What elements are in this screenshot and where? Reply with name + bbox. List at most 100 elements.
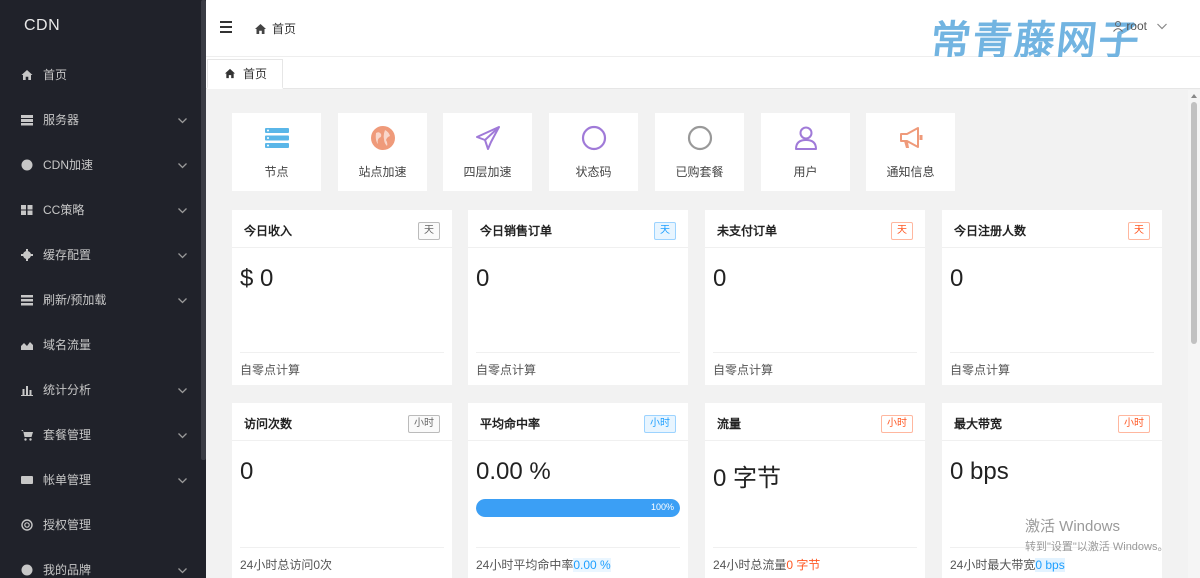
card-value: 0	[476, 265, 490, 292]
period-badge[interactable]: 天	[891, 222, 913, 240]
home-icon	[224, 68, 236, 79]
gear-icon	[20, 248, 34, 262]
shortcut-nodes[interactable]: 节点	[232, 113, 321, 191]
card-footer: 自零点计算	[476, 352, 680, 378]
paper-plane-icon	[475, 126, 500, 150]
sidebar-item-domain-traffic[interactable]: 域名流量	[0, 322, 206, 367]
card-title: 今日销售订单	[480, 224, 553, 238]
shortcut-layer4-acceleration[interactable]: 四层加速	[443, 113, 532, 191]
tab-label: 首页	[243, 67, 268, 81]
card-traffic: 流量 小时 0 字节 24小时总流量0 字节	[705, 403, 925, 578]
user-menu[interactable]: root	[1113, 19, 1170, 33]
sidebar-item-statistics[interactable]: 统计分析	[0, 367, 206, 412]
progress-label: 100%	[650, 502, 674, 512]
sidebar-item-home[interactable]: 首页	[0, 52, 206, 97]
sidebar-item-cache[interactable]: 缓存配置	[0, 232, 206, 277]
shortcut-purchased-packages[interactable]: 已购套餐	[655, 113, 744, 191]
sidebar-item-license[interactable]: 授权管理	[0, 502, 206, 547]
circle-icon	[687, 125, 712, 151]
sidebar-item-cdn[interactable]: CDN加速	[0, 142, 206, 187]
windows-activation-notice: 激活 Windows 转到"设置"以激活 Windows。	[1025, 515, 1169, 554]
home-icon	[20, 68, 34, 82]
period-badge[interactable]: 小时	[408, 415, 440, 433]
main-content: 节点 站点加速 四层加速 状态码 已购套餐 用户 通知信息 今日收入 天 $ 0…	[206, 90, 1188, 578]
shortcut-label: 节点	[264, 165, 289, 179]
top-header: 首页 常青藤网子 root	[206, 0, 1200, 64]
sidebar-item-cc[interactable]: CC策略	[0, 187, 206, 232]
card-value: 0	[240, 458, 254, 485]
activation-title: 激活 Windows	[1025, 518, 1121, 535]
shortcut-status-code[interactable]: 状态码	[549, 113, 638, 191]
card-icon	[20, 473, 34, 487]
sidebar-item-server[interactable]: 服务器	[0, 97, 206, 142]
content-scrollbar[interactable]	[1188, 90, 1200, 578]
grid-icon	[20, 203, 34, 217]
breadcrumb-label: 首页	[272, 22, 297, 36]
menu-toggle-icon[interactable]	[220, 21, 232, 33]
card-footer: 自零点计算	[713, 352, 917, 378]
app-logo[interactable]: CDN	[0, 0, 206, 52]
shortcut-site-acceleration[interactable]: 站点加速	[338, 113, 427, 191]
copyright-icon	[20, 518, 34, 532]
server-icon	[264, 128, 289, 148]
sidebar-item-packages[interactable]: 套餐管理	[0, 412, 206, 457]
card-title: 平均命中率	[480, 417, 541, 431]
card-value: 0	[713, 265, 727, 292]
card-title: 今日注册人数	[954, 224, 1027, 238]
sidebar-item-label: 我的品牌	[43, 563, 92, 577]
chevron-down-icon	[178, 203, 187, 214]
period-badge[interactable]: 小时	[1118, 415, 1150, 433]
chevron-down-icon	[178, 383, 187, 394]
card-title: 未支付订单	[717, 224, 778, 238]
shortcut-label: 通知信息	[886, 165, 935, 179]
card-avg-hit-rate: 平均命中率 小时 0.00 % 100% 24小时平均命中率0.00 %	[468, 403, 688, 578]
card-footer: 自零点计算	[240, 352, 444, 378]
chevron-down-icon	[1157, 23, 1167, 29]
period-badge[interactable]: 小时	[881, 415, 913, 433]
megaphone-icon	[899, 127, 922, 148]
globe-icon	[20, 158, 34, 172]
shortcut-label: 站点加速	[358, 165, 407, 179]
shortcut-notifications[interactable]: 通知信息	[866, 113, 955, 191]
sidebar-item-label: 统计分析	[43, 383, 92, 397]
footer-highlight: 0.00 %	[573, 558, 611, 572]
period-badge[interactable]: 天	[1128, 222, 1150, 240]
sidebar: CDN 首页 服务器 CDN加速 CC策略 缓存配置 刷新/预加载 域名流量 统…	[0, 0, 206, 578]
card-title: 最大带宽	[954, 417, 1003, 431]
shortcut-label: 用户	[793, 165, 818, 179]
sidebar-item-billing[interactable]: 帐单管理	[0, 457, 206, 502]
sidebar-item-label: 套餐管理	[43, 428, 92, 442]
period-badge[interactable]: 天	[654, 222, 676, 240]
breadcrumb[interactable]: 首页	[254, 20, 296, 37]
sidebar-item-label: 首页	[43, 68, 68, 82]
shortcut-label: 状态码	[575, 165, 612, 179]
chevron-down-icon	[178, 428, 187, 439]
sidebar-item-label: 域名流量	[43, 338, 92, 352]
sidebar-item-refresh[interactable]: 刷新/预加载	[0, 277, 206, 322]
sidebar-item-label: 缓存配置	[43, 248, 92, 262]
card-value: $ 0	[240, 265, 274, 292]
footer-text: 24小时平均命中率	[476, 558, 574, 572]
period-badge[interactable]: 天	[418, 222, 440, 240]
period-badge[interactable]: 小时	[644, 415, 676, 433]
scroll-up-icon[interactable]	[1191, 94, 1197, 98]
shortcut-users[interactable]: 用户	[761, 113, 850, 191]
card-today-registrations: 今日注册人数 天 0 自零点计算	[942, 210, 1162, 385]
footer-highlight: 0 bps	[1035, 558, 1065, 572]
card-value: 0 bps	[950, 458, 1009, 485]
card-value: 0 字节	[713, 465, 782, 492]
sidebar-item-label: CC策略	[43, 203, 85, 217]
brand-icon	[20, 563, 34, 577]
bar-chart-icon	[20, 383, 34, 397]
card-visits: 访问次数 小时 0 24小时总访问0次	[232, 403, 452, 578]
card-title: 访问次数	[244, 417, 293, 431]
user-icon	[1113, 20, 1124, 32]
scrollbar-thumb[interactable]	[1191, 102, 1197, 344]
tab-home[interactable]: 首页	[207, 59, 283, 89]
chevron-down-icon	[178, 293, 187, 304]
sidebar-item-brand[interactable]: 我的品牌	[0, 547, 206, 578]
user-icon	[794, 126, 817, 150]
chevron-down-icon	[178, 473, 187, 484]
card-title: 今日收入	[244, 224, 293, 238]
sidebar-item-label: 授权管理	[43, 518, 92, 532]
